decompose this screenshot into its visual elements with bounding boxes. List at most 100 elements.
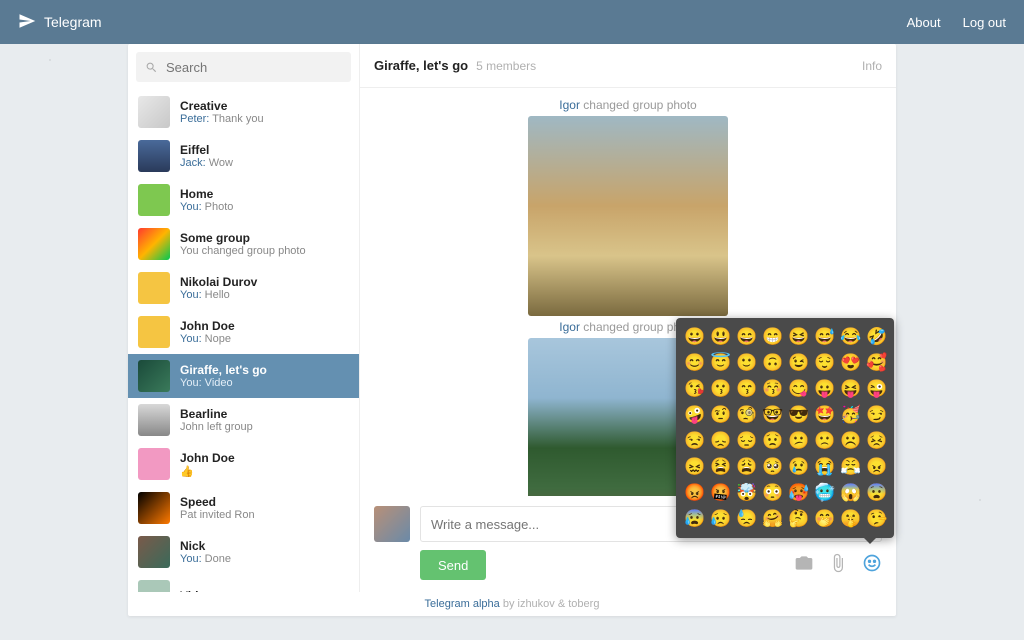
emoji-item[interactable]: 😤 [840, 456, 862, 478]
chat-item[interactable]: John DoeYou: Nope [128, 310, 359, 354]
avatar [138, 272, 170, 304]
emoji-item[interactable]: 😙 [736, 378, 758, 400]
emoji-item[interactable]: 🤭 [814, 508, 836, 530]
info-link[interactable]: Info [862, 59, 882, 73]
emoji-item[interactable]: 😢 [788, 456, 810, 478]
emoji-item[interactable]: 🥰 [866, 352, 888, 374]
emoji-item[interactable]: 😎 [788, 404, 810, 426]
camera-icon[interactable] [794, 553, 814, 578]
chat-last-message: Pat invited Ron [180, 509, 349, 521]
emoji-item[interactable]: 😠 [866, 456, 888, 478]
avatar [138, 316, 170, 348]
chat-item[interactable]: Nikolai DurovYou: Hello [128, 266, 359, 310]
emoji-icon[interactable] [862, 553, 882, 578]
logout-link[interactable]: Log out [963, 15, 1006, 30]
chat-item[interactable]: BearlineJohn left group [128, 398, 359, 442]
send-button[interactable]: Send [420, 550, 486, 580]
emoji-item[interactable]: 😅 [814, 326, 836, 348]
emoji-item[interactable]: 😗 [710, 378, 732, 400]
emoji-item[interactable]: ☹️ [840, 430, 862, 452]
emoji-item[interactable]: 😩 [736, 456, 758, 478]
emoji-item[interactable]: 😂 [840, 326, 862, 348]
emoji-item[interactable]: 😊 [684, 352, 706, 374]
chat-last-message: Jack: Wow [180, 157, 349, 169]
emoji-item[interactable]: 🤗 [762, 508, 784, 530]
emoji-item[interactable]: 🤔 [788, 508, 810, 530]
emoji-item[interactable]: 😘 [684, 378, 706, 400]
emoji-item[interactable]: 😁 [762, 326, 784, 348]
emoji-item[interactable]: 😥 [710, 508, 732, 530]
emoji-item[interactable]: 🧐 [736, 404, 758, 426]
emoji-item[interactable]: 😃 [710, 326, 732, 348]
chat-item[interactable]: Some groupYou changed group photo [128, 222, 359, 266]
conversation-title: Giraffe, let's go [374, 58, 468, 73]
chat-item[interactable]: EiffelJack: Wow [128, 134, 359, 178]
emoji-item[interactable]: 😛 [814, 378, 836, 400]
emoji-item[interactable]: 😉 [788, 352, 810, 374]
emoji-item[interactable]: 😨 [866, 482, 888, 504]
emoji-item[interactable]: 😔 [736, 430, 758, 452]
emoji-item[interactable]: 😕 [788, 430, 810, 452]
chat-item[interactable]: John Doe👍 [128, 442, 359, 486]
emoji-item[interactable]: 🥶 [814, 482, 836, 504]
chat-item[interactable]: Giraffe, let's goYou: Video [128, 354, 359, 398]
emoji-item[interactable]: 🥳 [840, 404, 862, 426]
emoji-item[interactable]: 😄 [736, 326, 758, 348]
emoji-item[interactable]: 😜 [866, 378, 888, 400]
emoji-item[interactable]: 🤓 [762, 404, 784, 426]
emoji-item[interactable]: 🙂 [736, 352, 758, 374]
emoji-item[interactable]: 😳 [762, 482, 784, 504]
emoji-item[interactable]: 😒 [684, 430, 706, 452]
emoji-item[interactable]: 😣 [866, 430, 888, 452]
emoji-item[interactable]: 😰 [684, 508, 706, 530]
emoji-item[interactable]: 🤥 [866, 508, 888, 530]
emoji-item[interactable]: 😀 [684, 326, 706, 348]
chat-name: Nikolai Durov [180, 275, 349, 289]
emoji-item[interactable]: 🤯 [736, 482, 758, 504]
system-message: Igor changed group photo [360, 98, 896, 112]
emoji-item[interactable]: 😍 [840, 352, 862, 374]
search-input[interactable] [136, 52, 351, 82]
emoji-item[interactable]: 😏 [866, 404, 888, 426]
emoji-item[interactable]: 😓 [736, 508, 758, 530]
chat-name: Nick [180, 539, 349, 553]
emoji-item[interactable]: 😫 [710, 456, 732, 478]
emoji-item[interactable]: 🤩 [814, 404, 836, 426]
chat-item[interactable]: HomeYou: Photo [128, 178, 359, 222]
about-link[interactable]: About [907, 15, 941, 30]
emoji-item[interactable]: 🤬 [710, 482, 732, 504]
emoji-item[interactable]: 🤣 [866, 326, 888, 348]
emoji-item[interactable]: 😡 [684, 482, 706, 504]
emoji-item[interactable]: 😇 [710, 352, 732, 374]
chat-item[interactable]: SpeedPat invited Ron [128, 486, 359, 530]
emoji-item[interactable]: 😟 [762, 430, 784, 452]
emoji-item[interactable]: 🙃 [762, 352, 784, 374]
chat-item[interactable]: CreativePeter: Thank you [128, 90, 359, 134]
emoji-item[interactable]: 🤨 [710, 404, 732, 426]
member-count: 5 members [476, 59, 536, 73]
chat-name: Speed [180, 495, 349, 509]
conversation: Giraffe, let's go 5 members Info Igor ch… [360, 44, 896, 592]
telegram-logo[interactable]: Telegram [18, 12, 102, 33]
chat-item[interactable]: NickYou: Done [128, 530, 359, 574]
emoji-item[interactable]: 😚 [762, 378, 784, 400]
emoji-item[interactable]: 😆 [788, 326, 810, 348]
chat-name: Bearline [180, 407, 349, 421]
emoji-item[interactable]: 🥺 [762, 456, 784, 478]
emoji-item[interactable]: 🙁 [814, 430, 836, 452]
emoji-item[interactable]: 😞 [710, 430, 732, 452]
emoji-item[interactable]: 😭 [814, 456, 836, 478]
emoji-item[interactable]: 😌 [814, 352, 836, 374]
attachment-icon[interactable] [828, 553, 848, 578]
emoji-item[interactable]: 😱 [840, 482, 862, 504]
emoji-item[interactable]: 🤫 [840, 508, 862, 530]
chat-last-message: You: Photo [180, 201, 349, 213]
emoji-item[interactable]: 😖 [684, 456, 706, 478]
emoji-item[interactable]: 🤪 [684, 404, 706, 426]
avatar [138, 360, 170, 392]
group-photo[interactable] [528, 116, 728, 316]
emoji-item[interactable]: 🥵 [788, 482, 810, 504]
emoji-item[interactable]: 😋 [788, 378, 810, 400]
chat-item[interactable]: Video [128, 574, 359, 592]
emoji-item[interactable]: 😝 [840, 378, 862, 400]
